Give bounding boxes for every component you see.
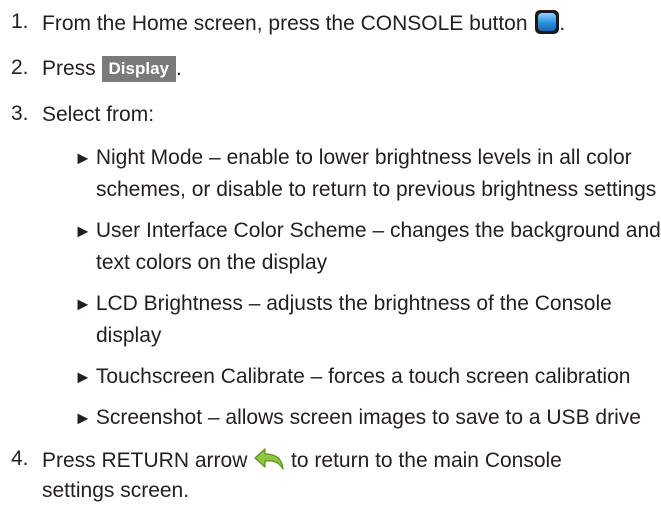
option-line2: text colors on the display xyxy=(96,251,328,274)
return-arrow-icon xyxy=(253,447,285,480)
bullet-arrow-icon: ► xyxy=(74,294,92,314)
option-touchscreen-calibrate: ► Touchscreen Calibrate – forces a touch … xyxy=(74,364,630,390)
bullet-arrow-icon: ► xyxy=(74,221,92,241)
option-line1: Touchscreen Calibrate – forces a touch s… xyxy=(95,365,631,388)
step-2: Press Display. xyxy=(42,56,182,82)
option-night-mode: ► Night Mode – enable to lower brightness… xyxy=(74,145,632,171)
step-4-text: Press RETURN arrow xyxy=(42,449,248,472)
step-4-continued: settings screen. xyxy=(42,479,190,502)
option-line2: schemes, or disable to return to previou… xyxy=(96,178,657,201)
option-line1: Screenshot – allows screen images to sav… xyxy=(95,406,641,429)
step-4-text-after: to return to the main Console xyxy=(291,449,562,472)
option-line1: User Interface Color Scheme – changes th… xyxy=(95,219,661,242)
step-number-3: 3. xyxy=(11,102,29,125)
option-line2: display xyxy=(96,324,162,347)
step-2-text: Press xyxy=(42,57,96,80)
step-4: Press RETURN arrow to return to the main… xyxy=(42,447,562,480)
bullet-arrow-icon: ► xyxy=(74,148,92,168)
console-button-icon xyxy=(535,10,560,34)
step-3-text: Select from: xyxy=(42,103,155,126)
option-line1: LCD Brightness – adjusts the brightness … xyxy=(95,292,612,315)
step-number-2: 2. xyxy=(11,56,29,79)
bullet-arrow-icon: ► xyxy=(74,408,92,428)
step-number-4: 4. xyxy=(11,447,29,470)
step-1-period: . xyxy=(559,12,566,35)
step-1: From the Home screen, press the CONSOLE … xyxy=(42,10,565,37)
step-1-text: From the Home screen, press the CONSOLE … xyxy=(42,12,528,35)
option-lcd-brightness: ► LCD Brightness – adjusts the brightness… xyxy=(74,291,612,317)
bullet-arrow-icon: ► xyxy=(74,367,92,387)
step-2-period: . xyxy=(176,57,182,80)
display-button: Display xyxy=(101,56,177,82)
option-line1: Night Mode – enable to lower brightness … xyxy=(95,146,632,169)
step-number-1: 1. xyxy=(11,10,29,33)
option-color-scheme: ► User Interface Color Scheme – changes t… xyxy=(74,218,661,244)
option-screenshot: ► Screenshot – allows screen images to sa… xyxy=(74,405,641,431)
